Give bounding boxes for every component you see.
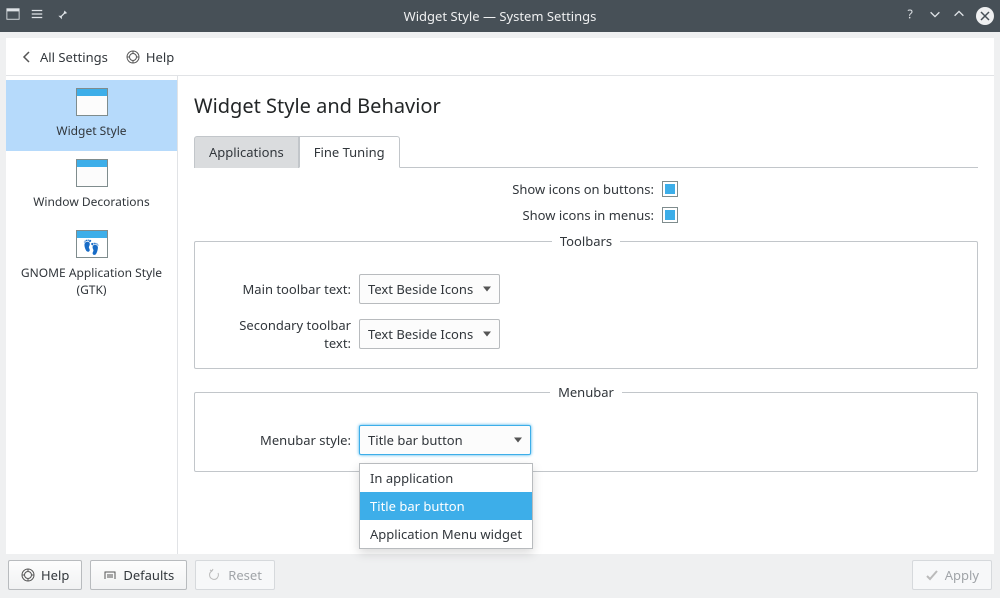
toolbar-help-label: Help — [146, 48, 174, 66]
option-label: In application — [370, 469, 453, 487]
widget-style-icon — [76, 88, 108, 116]
gnome-icon — [76, 230, 108, 258]
sidebar-item-label: Window Decorations — [10, 193, 173, 210]
category-sidebar: Widget Style Window Decorations GNOME Ap… — [6, 76, 178, 554]
toolbars-group: Toolbars Main toolbar text: Text Beside … — [194, 232, 978, 369]
menubar-group: Menubar Menubar style: Title bar button … — [194, 383, 978, 472]
window-title: Widget Style — System Settings — [404, 7, 597, 25]
svg-text:?: ? — [908, 7, 913, 21]
main-toolbar-label: Main toolbar text: — [211, 280, 351, 298]
reset-button: Reset — [195, 560, 275, 590]
button-label: Defaults — [123, 566, 174, 584]
button-label: Reset — [228, 566, 262, 584]
secondary-toolbar-label: Secondary toolbar text: — [211, 316, 351, 352]
tab-applications[interactable]: Applications — [194, 136, 299, 168]
close-icon[interactable] — [976, 7, 994, 25]
titlebar: Widget Style — System Settings ? — [0, 0, 1000, 32]
page-title: Widget Style and Behavior — [194, 92, 978, 119]
menubar-style-dropdown: In application Title bar button Applicat… — [359, 463, 533, 549]
footer-buttons: Help Defaults Reset Apply — [8, 560, 992, 590]
window-decorations-icon — [76, 159, 108, 187]
show-icons-buttons-checkbox[interactable] — [662, 181, 678, 197]
help-icon[interactable]: ? — [904, 7, 918, 25]
menubar-option-in-application[interactable]: In application — [360, 464, 532, 492]
toolbars-legend: Toolbars — [552, 232, 620, 250]
tabs: Applications Fine Tuning — [194, 135, 978, 168]
maximize-icon[interactable] — [952, 7, 966, 25]
menubar-option-title-bar-button[interactable]: Title bar button — [360, 492, 532, 520]
menu-icon[interactable] — [30, 7, 44, 25]
option-label: Title bar button — [370, 497, 465, 515]
help-button[interactable]: Help — [8, 560, 82, 590]
tab-fine-tuning[interactable]: Fine Tuning — [299, 136, 400, 168]
main-toolbar-select[interactable]: Text Beside Icons — [359, 274, 500, 304]
defaults-button[interactable]: Defaults — [90, 560, 187, 590]
menubar-option-app-menu-widget[interactable]: Application Menu widget — [360, 520, 532, 548]
tab-label: Fine Tuning — [314, 143, 385, 161]
sidebar-item-window-decorations[interactable]: Window Decorations — [6, 151, 177, 222]
app-icon — [6, 7, 20, 25]
tab-label: Applications — [209, 143, 284, 161]
button-label: Help — [41, 566, 69, 584]
back-all-settings-button[interactable]: All Settings — [20, 48, 108, 66]
menubar-legend: Menubar — [550, 383, 622, 401]
show-icons-menus-label: Show icons in menus: — [494, 206, 654, 224]
menubar-style-select[interactable]: Title bar button — [359, 425, 531, 455]
show-icons-buttons-label: Show icons on buttons: — [494, 180, 654, 198]
breadcrumb-toolbar: All Settings Help — [6, 38, 994, 76]
sidebar-item-gtk-style[interactable]: GNOME Application Style (GTK) — [6, 222, 177, 310]
pin-icon[interactable] — [54, 7, 68, 25]
select-value: Text Beside Icons — [368, 325, 473, 343]
toolbar-help-button[interactable]: Help — [126, 48, 174, 66]
select-value: Title bar button — [368, 431, 463, 449]
minimize-icon[interactable] — [928, 7, 942, 25]
option-label: Application Menu widget — [370, 525, 522, 543]
sidebar-item-label: Widget Style — [10, 122, 173, 139]
show-icons-menus-checkbox[interactable] — [662, 207, 678, 223]
back-label: All Settings — [40, 48, 108, 66]
sidebar-item-widget-style[interactable]: Widget Style — [6, 80, 177, 151]
button-label: Apply — [945, 566, 979, 584]
select-value: Text Beside Icons — [368, 280, 473, 298]
sidebar-item-label: GNOME Application Style (GTK) — [10, 264, 173, 298]
apply-button: Apply — [912, 560, 992, 590]
menubar-style-label: Menubar style: — [211, 431, 351, 449]
secondary-toolbar-select[interactable]: Text Beside Icons — [359, 319, 500, 349]
